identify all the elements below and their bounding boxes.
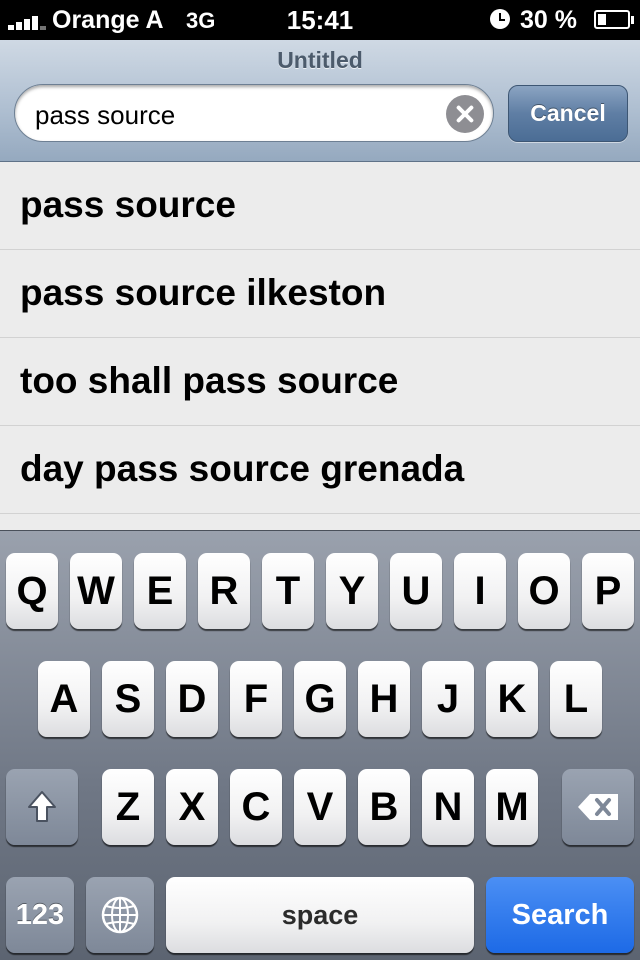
key-m[interactable]: M [486, 769, 538, 845]
key-a[interactable]: A [38, 661, 90, 737]
key-t[interactable]: T [262, 553, 314, 629]
key-u[interactable]: U [390, 553, 442, 629]
battery-level [598, 14, 606, 25]
suggestion-list: pass source pass source ilkeston too sha… [0, 162, 640, 530]
suggestion-item[interactable]: day pass source grenada [0, 426, 640, 514]
key-w[interactable]: W [70, 553, 122, 629]
status-bar: Orange A 3G 15:41 30 % [0, 0, 640, 40]
key-h[interactable]: H [358, 661, 410, 737]
backspace-icon [578, 794, 618, 820]
clear-icon[interactable] [446, 95, 484, 133]
keyboard: Q W E R T Y U I O P A S D F G H J K L Z … [0, 530, 640, 960]
search-button[interactable]: Search [486, 877, 634, 953]
key-x[interactable]: X [166, 769, 218, 845]
key-p[interactable]: P [582, 553, 634, 629]
search-header: Untitled pass source Cancel [0, 40, 640, 162]
search-input-value: pass source [35, 100, 176, 130]
rotation-lock-icon [490, 9, 510, 29]
key-g[interactable]: G [294, 661, 346, 737]
key-o[interactable]: O [518, 553, 570, 629]
key-z[interactable]: Z [102, 769, 154, 845]
key-b[interactable]: B [358, 769, 410, 845]
battery-percentage: 30 % [520, 6, 577, 34]
suggestion-item[interactable]: pass source [0, 162, 640, 250]
page-title: Untitled [277, 47, 363, 73]
key-v[interactable]: V [294, 769, 346, 845]
key-d[interactable]: D [166, 661, 218, 737]
key-j[interactable]: J [422, 661, 474, 737]
suggestion-item[interactable]: too shall pass source [0, 338, 640, 426]
shift-key[interactable] [6, 769, 78, 845]
globe-key[interactable] [86, 877, 154, 953]
key-r[interactable]: R [198, 553, 250, 629]
key-l[interactable]: L [550, 661, 602, 737]
key-c[interactable]: C [230, 769, 282, 845]
key-k[interactable]: K [486, 661, 538, 737]
shift-icon [28, 791, 56, 822]
key-q[interactable]: Q [6, 553, 58, 629]
cancel-button[interactable]: Cancel [508, 85, 628, 142]
backspace-key[interactable] [562, 769, 634, 845]
key-n[interactable]: N [422, 769, 474, 845]
search-input[interactable]: pass source [14, 84, 494, 142]
key-f[interactable]: F [230, 661, 282, 737]
key-e[interactable]: E [134, 553, 186, 629]
space-key[interactable]: space [166, 877, 474, 953]
numbers-key[interactable]: 123 [6, 877, 74, 953]
key-s[interactable]: S [102, 661, 154, 737]
globe-icon [101, 896, 139, 934]
battery-icon [594, 10, 634, 29]
key-i[interactable]: I [454, 553, 506, 629]
key-y[interactable]: Y [326, 553, 378, 629]
suggestion-item[interactable]: pass source ilkeston [0, 250, 640, 338]
